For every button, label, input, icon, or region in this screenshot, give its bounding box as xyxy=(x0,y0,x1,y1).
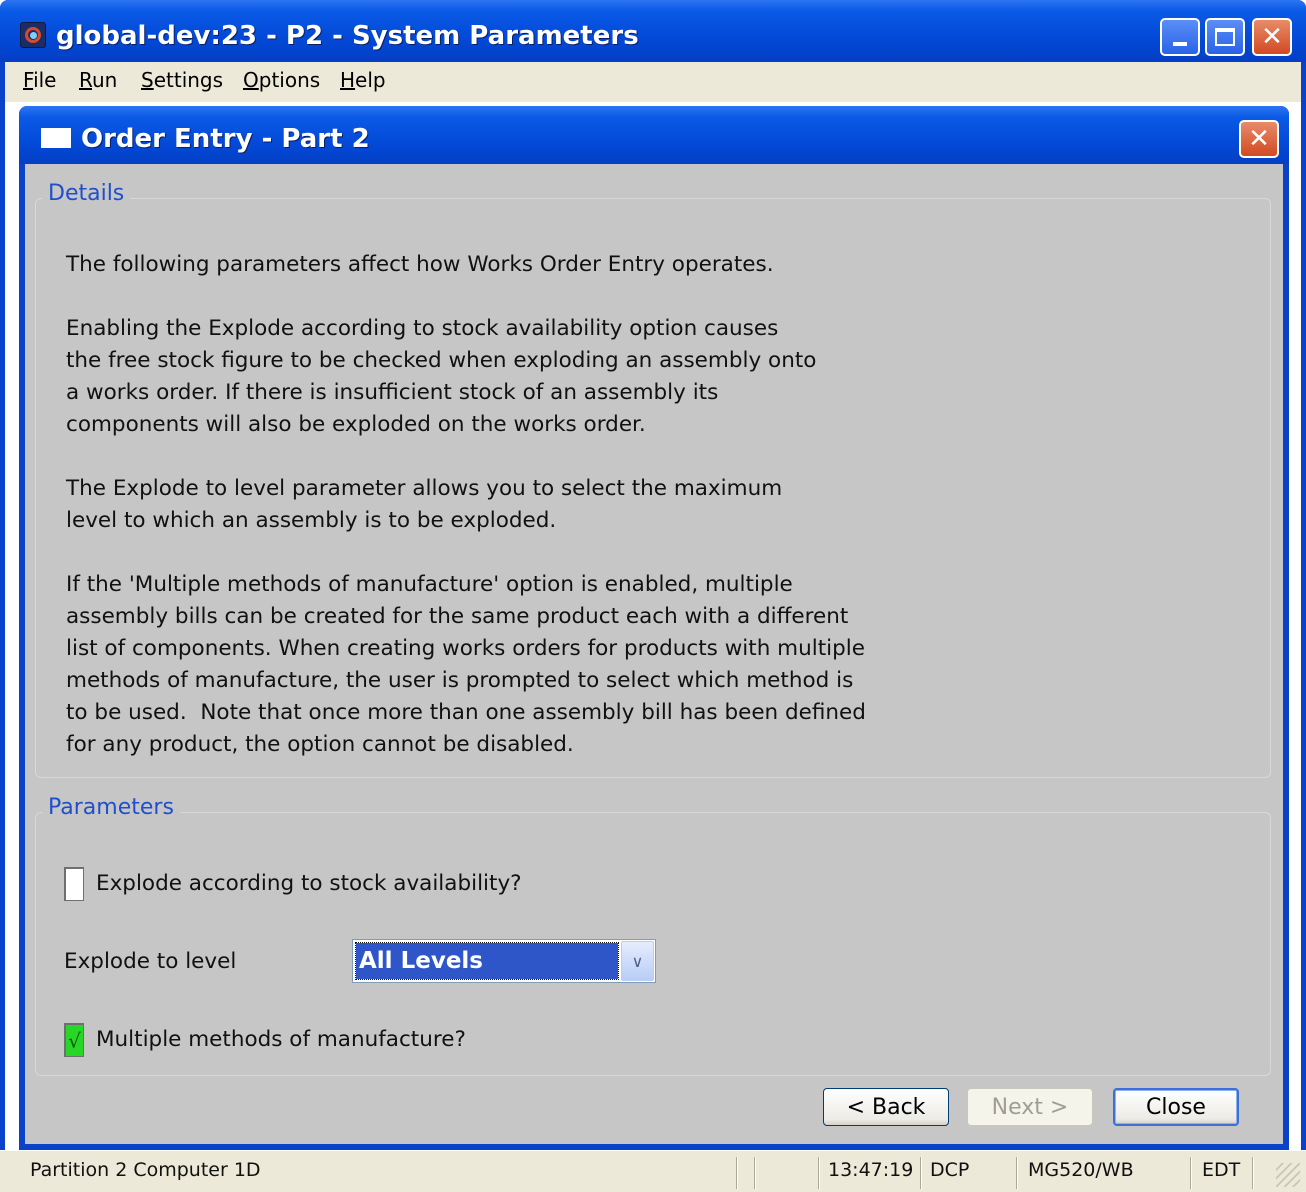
explode-level-label: Explode to level xyxy=(64,949,237,974)
status-bar: Partition 2 Computer 1D 13:47:19 DCP MG5… xyxy=(0,1150,1306,1192)
dialog-close-button[interactable]: ✕ xyxy=(1239,120,1279,158)
minimize-icon xyxy=(1173,42,1187,46)
window-title-bar[interactable]: global-dev:23 - P2 - System Parameters ✕ xyxy=(0,0,1306,62)
status-separator xyxy=(1016,1157,1018,1189)
details-paragraph-1: The following parameters affect how Work… xyxy=(66,252,774,277)
status-separator xyxy=(736,1157,738,1189)
status-edit: EDT xyxy=(1202,1159,1241,1181)
menu-file[interactable]: File xyxy=(23,68,56,92)
explode-stock-label: Explode according to stock availability? xyxy=(96,871,522,896)
minimize-button[interactable] xyxy=(1160,18,1200,56)
dialog-title: Order Entry - Part 2 xyxy=(81,124,370,154)
close-window-button[interactable]: ✕ xyxy=(1252,18,1292,56)
menu-bar: File Run Settings Options Help xyxy=(5,62,1301,102)
parameters-group: Parameters Explode according to stock av… xyxy=(35,795,1271,1076)
next-button[interactable]: Next > xyxy=(967,1088,1093,1126)
explode-level-select[interactable]: All Levels ∨ xyxy=(352,939,656,983)
status-separator xyxy=(1252,1157,1254,1189)
status-separator xyxy=(754,1157,756,1189)
status-mode: DCP xyxy=(930,1159,970,1181)
dialog-body: Details The following parameters affect … xyxy=(25,164,1283,1144)
menu-options[interactable]: Options xyxy=(243,68,320,92)
window-icon xyxy=(41,128,71,148)
status-company: MG520/WB xyxy=(1028,1159,1134,1181)
multiple-methods-checkbox[interactable]: √ xyxy=(64,1023,84,1057)
status-time: 13:47:19 xyxy=(828,1159,914,1181)
chevron-down-icon: ∨ xyxy=(631,951,644,971)
menu-run[interactable]: Run xyxy=(79,68,117,92)
dropdown-button[interactable]: ∨ xyxy=(621,941,654,981)
maximize-icon xyxy=(1215,28,1235,46)
order-entry-dialog: Order Entry - Part 2 ✕ Details The follo… xyxy=(19,106,1289,1150)
details-paragraph-4: If the 'Multiple methods of manufacture'… xyxy=(66,572,866,757)
maximize-button[interactable] xyxy=(1205,18,1245,56)
client-area: Order Entry - Part 2 ✕ Details The follo… xyxy=(5,102,1301,1150)
close-icon: ✕ xyxy=(1248,124,1270,154)
details-group-label: Details xyxy=(42,181,131,206)
parameters-group-label: Parameters xyxy=(42,795,180,820)
window-title: global-dev:23 - P2 - System Parameters xyxy=(56,21,639,51)
details-group: Details The following parameters affect … xyxy=(35,181,1271,778)
main-window: global-dev:23 - P2 - System Parameters ✕… xyxy=(0,0,1306,1192)
details-paragraph-3: The Explode to level parameter allows yo… xyxy=(66,476,783,533)
menu-settings[interactable]: Settings xyxy=(141,68,223,92)
app-icon[interactable] xyxy=(20,22,46,48)
back-button[interactable]: < Back xyxy=(823,1088,949,1126)
resize-grip-icon[interactable] xyxy=(1276,1163,1300,1187)
menu-help[interactable]: Help xyxy=(340,68,386,92)
status-partition: Partition 2 Computer 1D xyxy=(30,1159,261,1181)
dialog-title-bar[interactable]: Order Entry - Part 2 ✕ xyxy=(19,106,1289,164)
explode-stock-checkbox[interactable] xyxy=(64,867,84,901)
status-separator xyxy=(818,1157,820,1189)
status-separator xyxy=(1190,1157,1192,1189)
close-button[interactable]: Close xyxy=(1113,1088,1239,1126)
multiple-methods-label: Multiple methods of manufacture? xyxy=(96,1027,466,1052)
explode-level-value: All Levels xyxy=(355,942,619,980)
details-paragraph-2: Enabling the Explode according to stock … xyxy=(66,316,817,437)
close-icon: ✕ xyxy=(1261,22,1283,52)
status-separator xyxy=(920,1157,922,1189)
